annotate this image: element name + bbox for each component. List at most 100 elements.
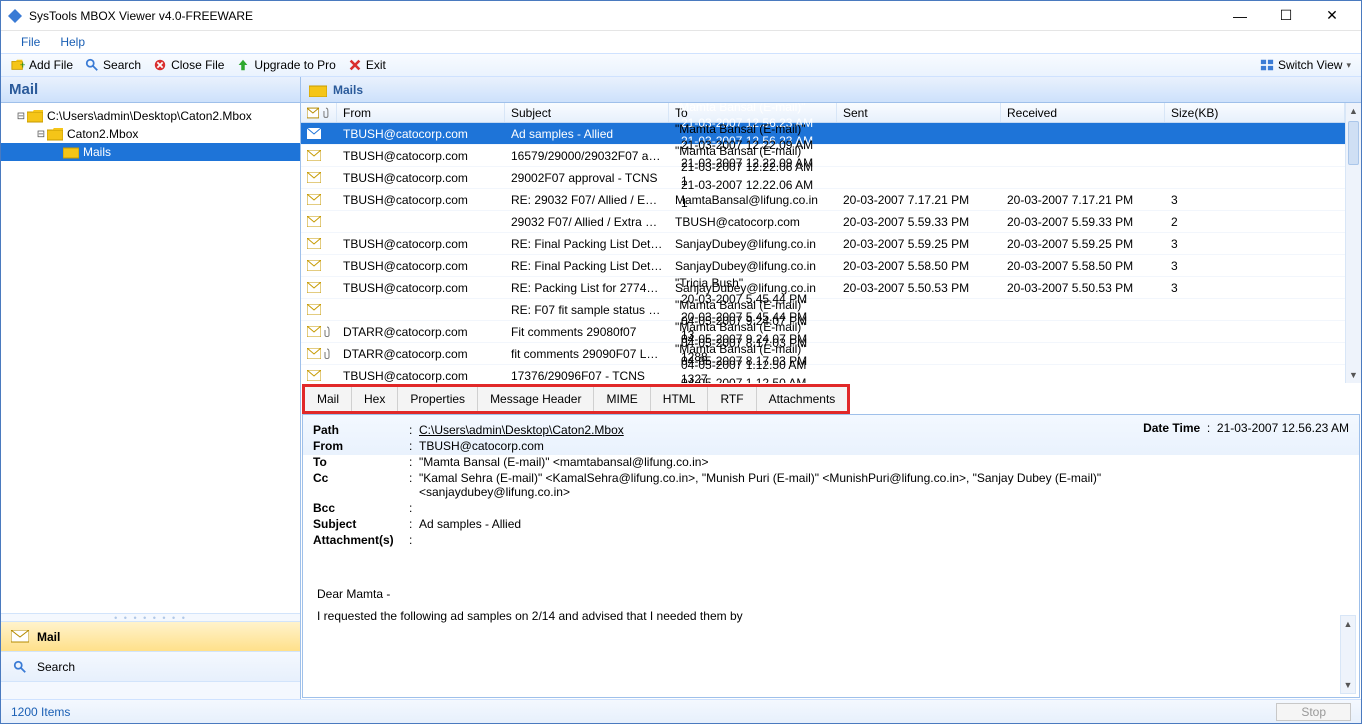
scroll-up-icon[interactable]: ▲ (1346, 103, 1361, 119)
cell-from: DTARR@catocorp.com (337, 323, 505, 341)
search-button[interactable]: Search (79, 56, 147, 74)
cell-to: TBUSH@catocorp.com (669, 213, 837, 231)
cell-from (337, 308, 505, 312)
detail-tabs: Mail Hex Properties Message Header MIME … (302, 384, 850, 414)
maximize-button[interactable]: ☐ (1263, 1, 1309, 31)
cell-subject: 17376/29096F07 - TCNS (505, 367, 669, 384)
collapse-icon[interactable]: ⊟ (35, 129, 47, 140)
col-subject[interactable]: Subject (505, 103, 669, 122)
row-icon (301, 194, 337, 205)
right-header-label: Mails (333, 83, 363, 97)
cell-from: TBUSH@catocorp.com (337, 147, 505, 165)
bcc-value (419, 501, 1143, 515)
cell-sent: 04-05-2007 1.12.50 AM (675, 356, 837, 374)
folder-tree[interactable]: ⊟ C:\Users\admin\Desktop\Caton2.Mbox ⊟ C… (1, 103, 300, 613)
cell-from (337, 220, 505, 224)
switch-view-label: Switch View (1278, 58, 1342, 72)
close-file-button[interactable]: Close File (147, 56, 230, 74)
tab-message-header[interactable]: Message Header (478, 387, 594, 411)
tree-child1[interactable]: ⊟ Caton2.Mbox (1, 125, 300, 143)
tab-mail[interactable]: Mail (305, 387, 352, 411)
grid-body: TBUSH@catocorp.comAd samples - Allied"Ma… (301, 123, 1345, 383)
scroll-up-icon[interactable]: ▲ (1341, 616, 1355, 632)
tree-child2-selected[interactable]: Mails (1, 143, 300, 161)
tab-rtf[interactable]: RTF (708, 387, 756, 411)
cell-from: TBUSH@catocorp.com (337, 169, 505, 187)
col-from[interactable]: From (337, 103, 505, 122)
tree-root[interactable]: ⊟ C:\Users\admin\Desktop\Caton2.Mbox (1, 107, 300, 125)
exit-label: Exit (366, 58, 386, 72)
tab-attachments[interactable]: Attachments (757, 387, 848, 411)
path-value[interactable]: C:\Users\admin\Desktop\Caton2.Mbox (419, 423, 1143, 437)
attachments-label: Attachment(s) (313, 533, 409, 547)
row-icon (301, 128, 337, 139)
search-icon (11, 660, 29, 674)
tab-properties[interactable]: Properties (398, 387, 478, 411)
subject-label: Subject (313, 517, 409, 531)
close-file-icon (153, 58, 167, 72)
cell-subject: fit comments 29090F07 Lovec... (505, 345, 669, 363)
minimize-button[interactable]: — (1217, 1, 1263, 31)
cell-size: 2 (1165, 213, 1345, 231)
table-row[interactable]: 29032 F07/ Allied / Extra butt...TBUSH@c… (301, 211, 1345, 233)
menu-file[interactable]: File (11, 33, 50, 51)
scroll-thumb[interactable] (1348, 121, 1359, 165)
col-sent[interactable]: Sent (837, 103, 1001, 122)
exit-icon (348, 58, 362, 72)
statusbar: 1200 Items Stop (1, 699, 1361, 723)
table-row[interactable]: TBUSH@catocorp.comRE: 29032 F07/ Allied … (301, 189, 1345, 211)
window-title: SysTools MBOX Viewer v4.0-FREEWARE (29, 9, 1217, 23)
attachments-value (419, 533, 1143, 547)
bcc-label: Bcc (313, 501, 409, 515)
mail-icon (11, 630, 29, 644)
splitter-gripper[interactable]: • • • • • • • • (1, 613, 300, 621)
cell-size: 3 (1165, 191, 1345, 209)
menu-help[interactable]: Help (50, 33, 95, 51)
row-icon (301, 326, 337, 338)
cell-to: SanjayDubey@lifung.co.in (669, 257, 837, 275)
collapse-icon[interactable]: ⊟ (15, 111, 27, 122)
tree-root-label: C:\Users\admin\Desktop\Caton2.Mbox (47, 109, 252, 123)
col-icon[interactable] (301, 103, 337, 122)
cell-to: SanjayDubey@lifung.co.in (669, 235, 837, 253)
nav-search[interactable]: Search (1, 651, 300, 681)
mail-grid: From Subject To Sent Received Size(KB) T… (301, 103, 1361, 383)
exit-button[interactable]: Exit (342, 56, 392, 74)
switch-view-button[interactable]: Switch View ▾ (1254, 56, 1357, 74)
col-size[interactable]: Size(KB) (1165, 103, 1345, 122)
tree-child2-label: Mails (83, 145, 111, 159)
toolbar: + Add File Search Close File Upgrade to … (1, 53, 1361, 77)
cell-to: "Mamta Bansal (E-mail)" 04-05-2007 1.12.… (669, 340, 837, 384)
col-received[interactable]: Received (1001, 103, 1165, 122)
tab-html[interactable]: HTML (651, 387, 709, 411)
tab-mime[interactable]: MIME (594, 387, 650, 411)
add-file-button[interactable]: + Add File (5, 56, 79, 74)
cell-subject: Ad samples - Allied (505, 125, 669, 143)
table-row[interactable]: TBUSH@catocorp.com17376/29096F07 - TCNS"… (301, 365, 1345, 383)
upgrade-label: Upgrade to Pro (254, 58, 335, 72)
stop-button[interactable]: Stop (1276, 703, 1351, 721)
close-window-button[interactable]: ✕ (1309, 1, 1355, 31)
cell-received: 20-03-2007 5.58.50 PM (1001, 257, 1165, 275)
cell-from: DTARR@catocorp.com (337, 345, 505, 363)
table-row[interactable]: TBUSH@catocorp.com29002F07 approval - TC… (301, 167, 1345, 189)
scroll-down-icon[interactable]: ▼ (1341, 677, 1355, 693)
folder-open-icon (47, 127, 63, 141)
add-file-label: Add File (29, 58, 73, 72)
from-value: TBUSH@catocorp.com (419, 439, 1143, 453)
row-icon (301, 304, 337, 315)
grid-scrollbar[interactable]: ▲ ▼ (1345, 103, 1361, 383)
subject-value: Ad samples - Allied (419, 517, 1143, 531)
tab-hex[interactable]: Hex (352, 387, 398, 411)
cell-subject: RE: F07 fit sample status - All... (505, 301, 669, 319)
path-label: Path (313, 423, 409, 437)
upgrade-icon (236, 58, 250, 72)
cell-received: 04-05-2007 1.12.50 AM (675, 374, 837, 384)
nav-mail[interactable]: Mail (1, 621, 300, 651)
upgrade-button[interactable]: Upgrade to Pro (230, 56, 341, 74)
scroll-down-icon[interactable]: ▼ (1346, 367, 1361, 383)
table-row[interactable]: TBUSH@catocorp.comRE: Final Packing List… (301, 233, 1345, 255)
row-icon (301, 348, 337, 360)
chevron-down-icon: ▾ (1346, 60, 1351, 71)
detail-scrollbar[interactable]: ▲ ▼ (1340, 615, 1356, 694)
